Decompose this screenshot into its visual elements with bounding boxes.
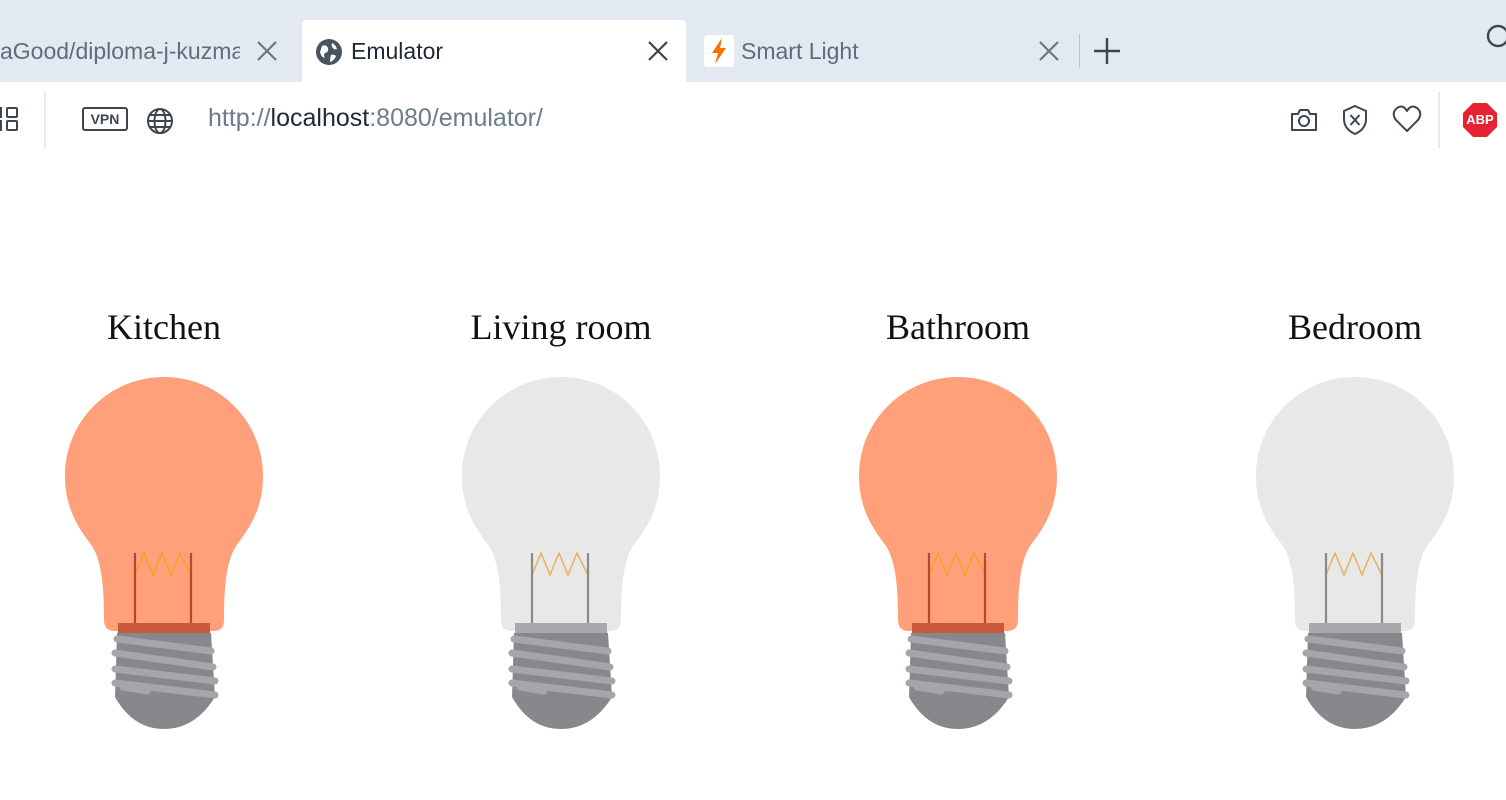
room-lamp-bedroom[interactable]: Bedroom — [1205, 300, 1505, 740]
room-lamp-kitchen[interactable]: Kitchen — [14, 300, 314, 740]
light-bulb-icon[interactable] — [859, 375, 1057, 729]
room-lamp-living-room[interactable]: Living room — [411, 300, 711, 740]
tab-label: aGood/diploma-j-kuzma — [0, 37, 240, 64]
new-tab-icon[interactable] — [1092, 36, 1122, 66]
toolbar-separator — [1438, 92, 1440, 148]
close-tab-icon[interactable] — [254, 38, 280, 64]
url-scheme: http:// — [208, 104, 271, 132]
tab-label: Smart Light — [741, 38, 859, 64]
url-host: localhost — [270, 104, 370, 132]
grid-icon[interactable] — [0, 106, 22, 134]
adblock-plus-icon[interactable]: ABP — [1462, 102, 1498, 138]
light-bulb-icon[interactable] — [1256, 375, 1454, 729]
vpn-badge[interactable]: VPN — [82, 107, 128, 131]
tab-label: Emulator — [351, 38, 444, 64]
heart-icon[interactable] — [1392, 105, 1422, 133]
tab-separator — [1079, 34, 1080, 68]
lightning-icon — [704, 35, 734, 67]
room-name: Kitchen — [107, 307, 221, 347]
close-tab-icon[interactable] — [645, 38, 671, 64]
search-tabs-icon[interactable] — [1484, 22, 1506, 52]
url-path: :8080/emulator/ — [369, 104, 543, 132]
light-bulb-icon[interactable] — [462, 375, 660, 729]
tab-smart-light[interactable]: Smart Light — [692, 20, 1076, 82]
adblock-label: ABP — [1466, 112, 1494, 127]
toolbar-separator — [44, 92, 46, 148]
address-toolbar: VPN http://localhost:8080/emulator/ ABP — [0, 82, 1506, 158]
globe-icon — [316, 39, 342, 65]
tracker-blocker-shield-icon[interactable] — [1341, 104, 1369, 136]
room-lamp-bathroom[interactable]: Bathroom — [808, 300, 1108, 740]
address-bar[interactable]: http://localhost:8080/emulator/ — [208, 104, 543, 133]
tab-github[interactable]: aGood/diploma-j-kuzma — [0, 20, 300, 82]
room-name: Living room — [470, 307, 652, 347]
tab-emulator[interactable]: Emulator — [302, 20, 686, 82]
close-tab-icon[interactable] — [1036, 38, 1062, 64]
tab-strip: aGood/diploma-j-kuzma Emulator Smart Lig… — [0, 0, 1506, 82]
camera-icon[interactable] — [1289, 106, 1319, 134]
site-info-globe-icon[interactable] — [145, 106, 175, 136]
light-bulb-icon[interactable] — [65, 375, 263, 729]
room-name: Bedroom — [1288, 307, 1422, 347]
room-name: Bathroom — [886, 307, 1030, 347]
